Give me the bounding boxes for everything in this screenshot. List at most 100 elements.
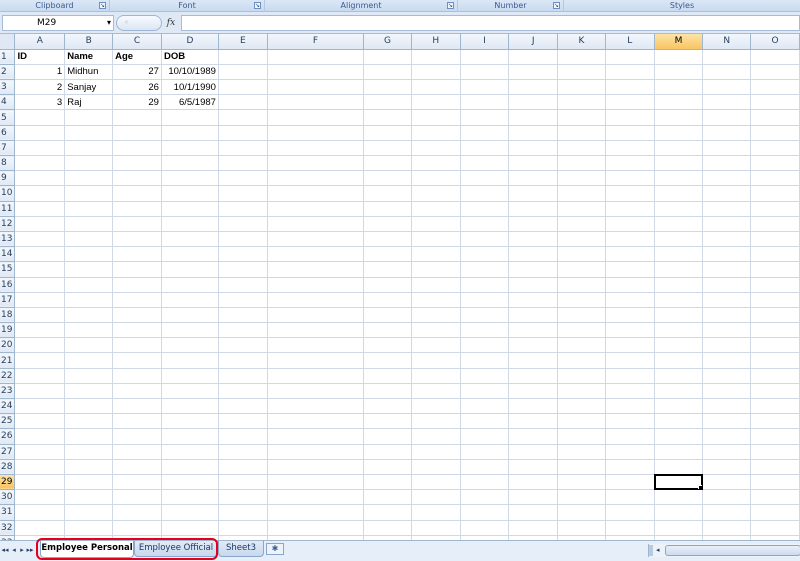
worksheet-grid[interactable]: ABCDEFGHIJKLMNO 1 ID Name Age DOB 2 1 Midhun 27 1…	[0, 34, 800, 540]
cell-o15[interactable]	[750, 261, 800, 278]
cell-b32[interactable]	[64, 520, 114, 536]
cell-b31[interactable]	[64, 504, 114, 521]
cell-l32[interactable]	[605, 520, 655, 536]
cell-j7[interactable]	[508, 140, 559, 157]
cell-m6[interactable]	[654, 125, 704, 141]
row-header[interactable]: 29	[0, 474, 16, 491]
cell-a2[interactable]: 1	[14, 64, 66, 81]
cell-j18[interactable]	[508, 307, 559, 324]
cell-i11[interactable]	[460, 201, 510, 217]
tab-sheet3[interactable]: Sheet3	[218, 541, 264, 557]
cell-i20[interactable]	[460, 337, 510, 354]
cell-i32[interactable]	[460, 520, 510, 536]
cell-n19[interactable]	[702, 322, 752, 339]
column-header-e[interactable]: E	[218, 34, 268, 50]
cell-b14[interactable]	[64, 246, 114, 263]
cell-o13[interactable]	[750, 231, 800, 248]
cell-c5[interactable]	[112, 109, 162, 126]
cell-h1[interactable]	[411, 49, 461, 65]
cell-e14[interactable]	[218, 246, 268, 263]
cell-a31[interactable]	[14, 504, 66, 521]
cell-g20[interactable]	[363, 337, 412, 354]
cell-o28[interactable]	[750, 459, 800, 475]
cell-o5[interactable]	[750, 109, 800, 126]
cell-a28[interactable]	[14, 459, 66, 475]
row-header[interactable]: 11	[0, 201, 16, 217]
cell-d17[interactable]	[161, 292, 219, 308]
row-header[interactable]: 5	[0, 109, 16, 126]
cell-e5[interactable]	[218, 109, 268, 126]
row-header[interactable]: 17	[0, 292, 16, 308]
cell-a21[interactable]	[14, 352, 66, 369]
cell-a29[interactable]	[14, 474, 66, 491]
cell-a24[interactable]	[14, 398, 66, 415]
cell-d11[interactable]	[161, 201, 219, 217]
cell-f14[interactable]	[267, 246, 365, 263]
cell-m24[interactable]	[654, 398, 704, 415]
cell-n9[interactable]	[702, 170, 752, 187]
cell-h5[interactable]	[411, 109, 461, 126]
cell-g6[interactable]	[363, 125, 412, 141]
row-header[interactable]: 16	[0, 277, 16, 293]
cell-f29[interactable]	[267, 474, 365, 491]
cell-n28[interactable]	[702, 459, 752, 475]
cell-g11[interactable]	[363, 201, 412, 217]
cell-l18[interactable]	[605, 307, 655, 324]
cell-l6[interactable]	[605, 125, 655, 141]
cell-a5[interactable]	[14, 109, 66, 126]
cell-g10[interactable]	[363, 185, 412, 202]
cell-f22[interactable]	[267, 368, 365, 384]
cell-k19[interactable]	[557, 322, 606, 339]
cell-o4[interactable]	[750, 94, 800, 111]
cell-j15[interactable]	[508, 261, 559, 278]
cell-g5[interactable]	[363, 109, 412, 126]
cell-k17[interactable]	[557, 292, 606, 308]
row-header[interactable]: 19	[0, 322, 16, 339]
cell-o29[interactable]	[750, 474, 800, 491]
cell-n7[interactable]	[702, 140, 752, 157]
cell-h10[interactable]	[411, 185, 461, 202]
cell-n4[interactable]	[702, 94, 752, 111]
cell-g27[interactable]	[363, 444, 412, 460]
column-header-b[interactable]: B	[64, 34, 114, 50]
cell-h19[interactable]	[411, 322, 461, 339]
cell-l5[interactable]	[605, 109, 655, 126]
cell-o10[interactable]	[750, 185, 800, 202]
cell-h26[interactable]	[411, 428, 461, 445]
cell-e29[interactable]	[218, 474, 268, 491]
cell-f25[interactable]	[267, 413, 365, 430]
cell-e12[interactable]	[218, 216, 268, 232]
cell-f6[interactable]	[267, 125, 365, 141]
column-header-l[interactable]: L	[605, 34, 655, 50]
cell-o18[interactable]	[750, 307, 800, 324]
cell-b19[interactable]	[64, 322, 114, 339]
cell-a7[interactable]	[14, 140, 66, 157]
cell-k26[interactable]	[557, 428, 606, 445]
cell-m21[interactable]	[654, 352, 704, 369]
cell-g12[interactable]	[363, 216, 412, 232]
cell-o21[interactable]	[750, 352, 800, 369]
cell-d32[interactable]	[161, 520, 219, 536]
cell-h4[interactable]	[411, 94, 461, 111]
cell-i25[interactable]	[460, 413, 510, 430]
cell-f17[interactable]	[267, 292, 365, 308]
cell-j12[interactable]	[508, 216, 559, 232]
cell-o30[interactable]	[750, 489, 800, 506]
cell-l12[interactable]	[605, 216, 655, 232]
cell-h25[interactable]	[411, 413, 461, 430]
cell-f15[interactable]	[267, 261, 365, 278]
cell-n8[interactable]	[702, 155, 752, 172]
cell-i6[interactable]	[460, 125, 510, 141]
cell-c7[interactable]	[112, 140, 162, 157]
cell-l10[interactable]	[605, 185, 655, 202]
cell-l15[interactable]	[605, 261, 655, 278]
cell-a16[interactable]	[14, 277, 66, 293]
cell-e15[interactable]	[218, 261, 268, 278]
cell-e6[interactable]	[218, 125, 268, 141]
cell-e30[interactable]	[218, 489, 268, 506]
cell-g19[interactable]	[363, 322, 412, 339]
cell-c28[interactable]	[112, 459, 162, 475]
cell-m1[interactable]	[654, 49, 704, 65]
clipboard-launcher-icon[interactable]: ↘	[99, 2, 106, 9]
cell-c12[interactable]	[112, 216, 162, 232]
